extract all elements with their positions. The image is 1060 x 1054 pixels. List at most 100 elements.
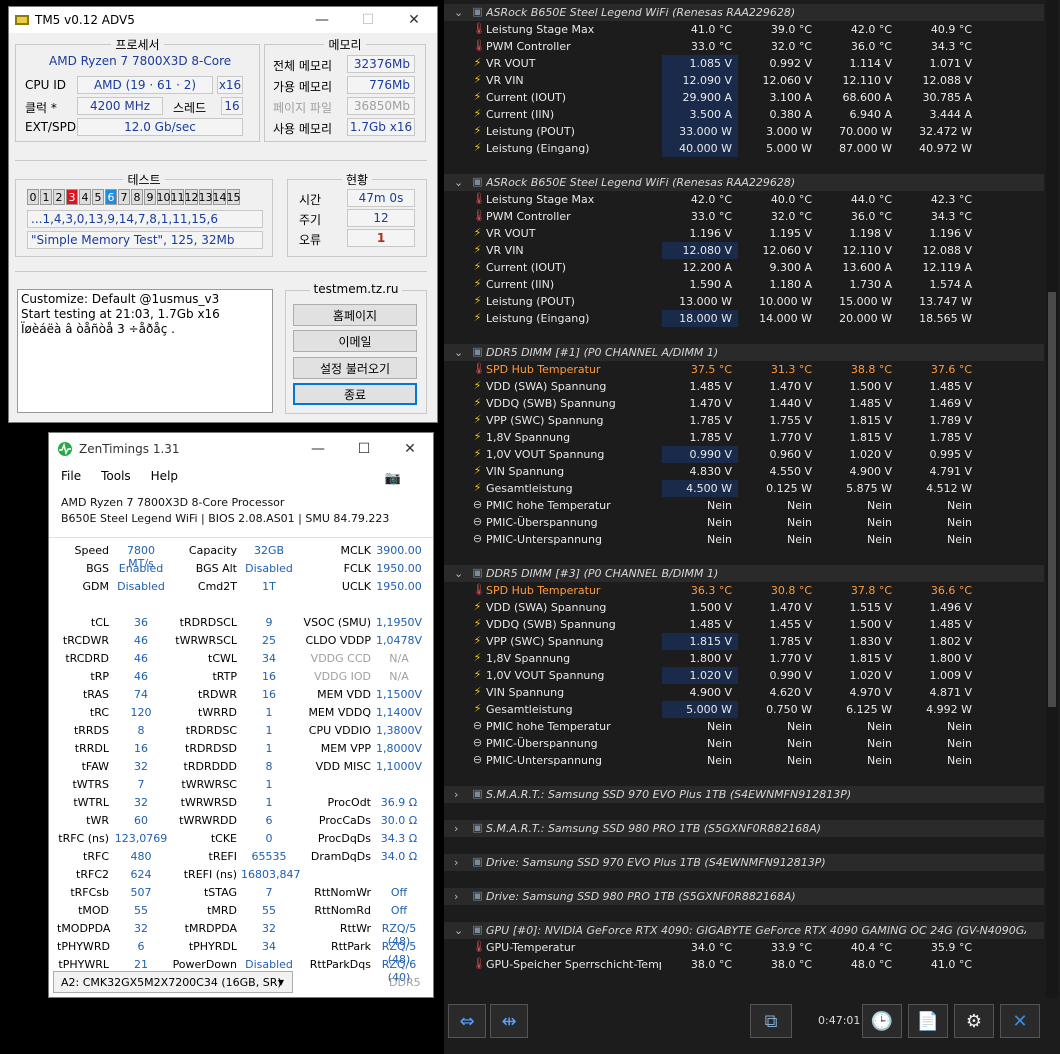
- sensor-group-name: Drive: Samsung SSD 980 PRO 1TB (S5GXNF0R…: [486, 890, 796, 903]
- timing-label: RttPark: [330, 940, 371, 953]
- chevron-right-icon[interactable]: ›: [454, 788, 458, 801]
- value-avg: Nein: [946, 737, 972, 750]
- sensor-group-header[interactable]: ⌄ ▣ DDR5 DIMM [#1] (P0 CHANNEL A/DIMM 1): [444, 344, 1044, 361]
- sensor-group-header[interactable]: ⌄ ▣ DDR5 DIMM [#3] (P0 CHANNEL B/DIMM 1): [444, 565, 1044, 582]
- expand-collapse-icon[interactable]: ⇔: [448, 1004, 486, 1038]
- value-max: 1.114 V: [849, 57, 892, 70]
- timing-entry: FCLK 1950.00: [49, 560, 433, 578]
- value-min: 5.000 W: [766, 142, 812, 155]
- value-avg: 1.785 V: [929, 431, 972, 444]
- close-button[interactable]: ✕: [387, 433, 433, 465]
- value-current: 4.900 V: [689, 686, 732, 699]
- test-cell: 0: [27, 189, 39, 205]
- value-current: 1.485 V: [689, 618, 732, 631]
- value-avg: 34.3 °C: [930, 40, 972, 53]
- sensor-row: ⚡ VDDQ (SWB) Spannung 1.485 V 1.455 V 1.500 …: [444, 616, 1044, 633]
- timing-value: 1,1500V: [375, 688, 422, 701]
- menu-help[interactable]: Help: [151, 469, 178, 483]
- sensor-row: ⚡ VDD (SWA) Spannung 1.485 V 1.470 V 1.500 V…: [444, 378, 1044, 395]
- cpu-id-label: CPU ID: [25, 78, 66, 92]
- log-textbox[interactable]: Customize: Default @1usmus_v3 Start test…: [17, 289, 273, 413]
- sensor-row: ⚡ 1,0V VOUT Spannung 0.990 V 0.960 V 1.020 V…: [444, 446, 1044, 463]
- close-icon[interactable]: ✕: [1000, 1004, 1040, 1038]
- scrollbar-thumb[interactable]: [1048, 292, 1056, 707]
- value-max: 36.0 °C: [850, 210, 892, 223]
- load-settings-button[interactable]: 설정 불러오기: [293, 357, 417, 379]
- sensor-name: Leistung (POUT): [486, 125, 575, 138]
- value-avg: 42.3 °C: [930, 193, 972, 206]
- menu-file[interactable]: File: [61, 469, 81, 483]
- status-icon: ⊖: [472, 515, 483, 528]
- sensor-name: PWM Controller: [486, 40, 571, 53]
- chevron-down-icon[interactable]: ⌄: [454, 6, 463, 19]
- value-avg: 41.0 °C: [930, 958, 972, 971]
- hwinfo-sensor-panel: ⌄ ▣ ASRock B650E Steel Legend WiFi (Renesa…: [444, 0, 1060, 1054]
- sensor-name: VR VOUT: [486, 227, 536, 240]
- value-avg: Nein: [946, 754, 972, 767]
- value-min: 40.0 °C: [770, 193, 812, 206]
- gear-icon[interactable]: ⚙: [954, 1004, 994, 1038]
- chevron-right-icon[interactable]: ›: [454, 890, 458, 903]
- chevron-right-icon[interactable]: ›: [454, 856, 458, 869]
- timing-entry: RttNomRd Off: [49, 902, 433, 920]
- value-avg: 34.3 °C: [930, 210, 972, 223]
- chevron-down-icon[interactable]: ⌄: [454, 924, 463, 937]
- email-button[interactable]: 이메일: [293, 330, 417, 352]
- test-cell: 8: [131, 189, 143, 205]
- test-cell: 9: [144, 189, 156, 205]
- collapse-icon[interactable]: ⇹: [490, 1004, 528, 1038]
- sensor-name: PMIC-Unterspannung: [486, 533, 602, 546]
- network-icon[interactable]: ⧉: [750, 1004, 792, 1038]
- mem-total-label: 전체 메모리: [273, 59, 333, 73]
- homepage-button[interactable]: 홈페이지: [293, 304, 417, 326]
- value-avg: 4.992 W: [926, 703, 972, 716]
- sensor-group-header[interactable]: ⌄ ▣ GPU [#0]: NVIDIA GeForce RTX 4090: GIG…: [444, 922, 1044, 939]
- bolt-icon: ⚡: [473, 141, 482, 154]
- bolt-icon: ⚡: [473, 634, 482, 647]
- menu-tools[interactable]: Tools: [101, 469, 131, 483]
- sensor-name: PMIC-Überspannung: [486, 516, 598, 529]
- sensor-group-header[interactable]: › ▣ S.M.A.R.T.: Samsung SSD 980 PRO 1TB (S…: [444, 820, 1044, 837]
- report-icon[interactable]: 📄: [908, 1004, 948, 1038]
- sensor-name: Current (IIN): [486, 278, 555, 291]
- sensor-scrollbar[interactable]: [1046, 0, 1058, 998]
- timing-label: MEM VDD: [317, 688, 371, 701]
- sensor-row: ⚡ Leistung (POUT) 33.000 W 3.000 W 70.000 W 3…: [444, 123, 1044, 140]
- chevron-down-icon[interactable]: ⌄: [454, 567, 463, 580]
- module-select[interactable]: A2: CMK32GX5M2X7200C34 (16GB, SR) ▼: [53, 971, 293, 993]
- sensor-row: ⊖ PMIC-Überspannung Nein Nein Nein Nein: [444, 514, 1044, 531]
- camera-icon[interactable]: 📷: [385, 471, 401, 486]
- minimize-button[interactable]: —: [295, 433, 341, 465]
- value-avg: 12.088 V: [922, 244, 972, 257]
- time-field: 47m 0s: [347, 189, 415, 207]
- value-avg: 3.444 A: [929, 108, 972, 121]
- timing-label: CPU VDDIO: [308, 724, 371, 737]
- sensor-group-header[interactable]: ⌄ ▣ ASRock B650E Steel Legend WiFi (Renesa…: [444, 174, 1044, 191]
- bolt-icon: ⚡: [473, 702, 482, 715]
- sensor-name: Leistung (Eingang): [486, 312, 590, 325]
- value-current: 33.0 °C: [690, 210, 732, 223]
- timing-value: 1,1400V: [375, 706, 422, 719]
- exit-button[interactable]: 종료: [293, 383, 417, 405]
- sensor-group-header[interactable]: ⌄ ▣ ASRock B650E Steel Legend WiFi (Renesa…: [444, 4, 1044, 21]
- chevron-down-icon[interactable]: ⌄: [454, 176, 463, 189]
- minimize-button[interactable]: —: [299, 7, 345, 33]
- sensor-group-header[interactable]: › ▣ Drive: Samsung SSD 980 PRO 1TB (S5GXNF…: [444, 888, 1044, 905]
- maximize-button[interactable]: ☐: [341, 433, 387, 465]
- chevron-down-icon[interactable]: ⌄: [454, 346, 463, 359]
- timing-label: UCLK: [341, 580, 371, 593]
- timing-label: VDD MISC: [315, 760, 371, 773]
- thermometer-icon: 🌡: [472, 957, 486, 970]
- sensor-group-header[interactable]: › ▣ Drive: Samsung SSD 970 EVO Plus 1TB (S…: [444, 854, 1044, 871]
- chevron-right-icon[interactable]: ›: [454, 822, 458, 835]
- maximize-button[interactable]: ☐: [345, 7, 391, 33]
- clock-icon[interactable]: 🕒: [862, 1004, 902, 1038]
- timing-entry: RttWr RZQ/5 (48): [49, 920, 433, 948]
- close-button[interactable]: ✕: [391, 7, 437, 33]
- value-max: 1.500 V: [849, 380, 892, 393]
- value-max: 40.4 °C: [850, 941, 892, 954]
- sensor-group-header[interactable]: › ▣ S.M.A.R.T.: Samsung SSD 970 EVO Plus 1…: [444, 786, 1044, 803]
- tm5-titlebar[interactable]: TM5 v0.12 ADV5 — ☐ ✕: [9, 7, 437, 33]
- zen-titlebar[interactable]: ZenTimings 1.31 — ☐ ✕: [49, 433, 433, 465]
- value-min: 1.785 V: [769, 635, 812, 648]
